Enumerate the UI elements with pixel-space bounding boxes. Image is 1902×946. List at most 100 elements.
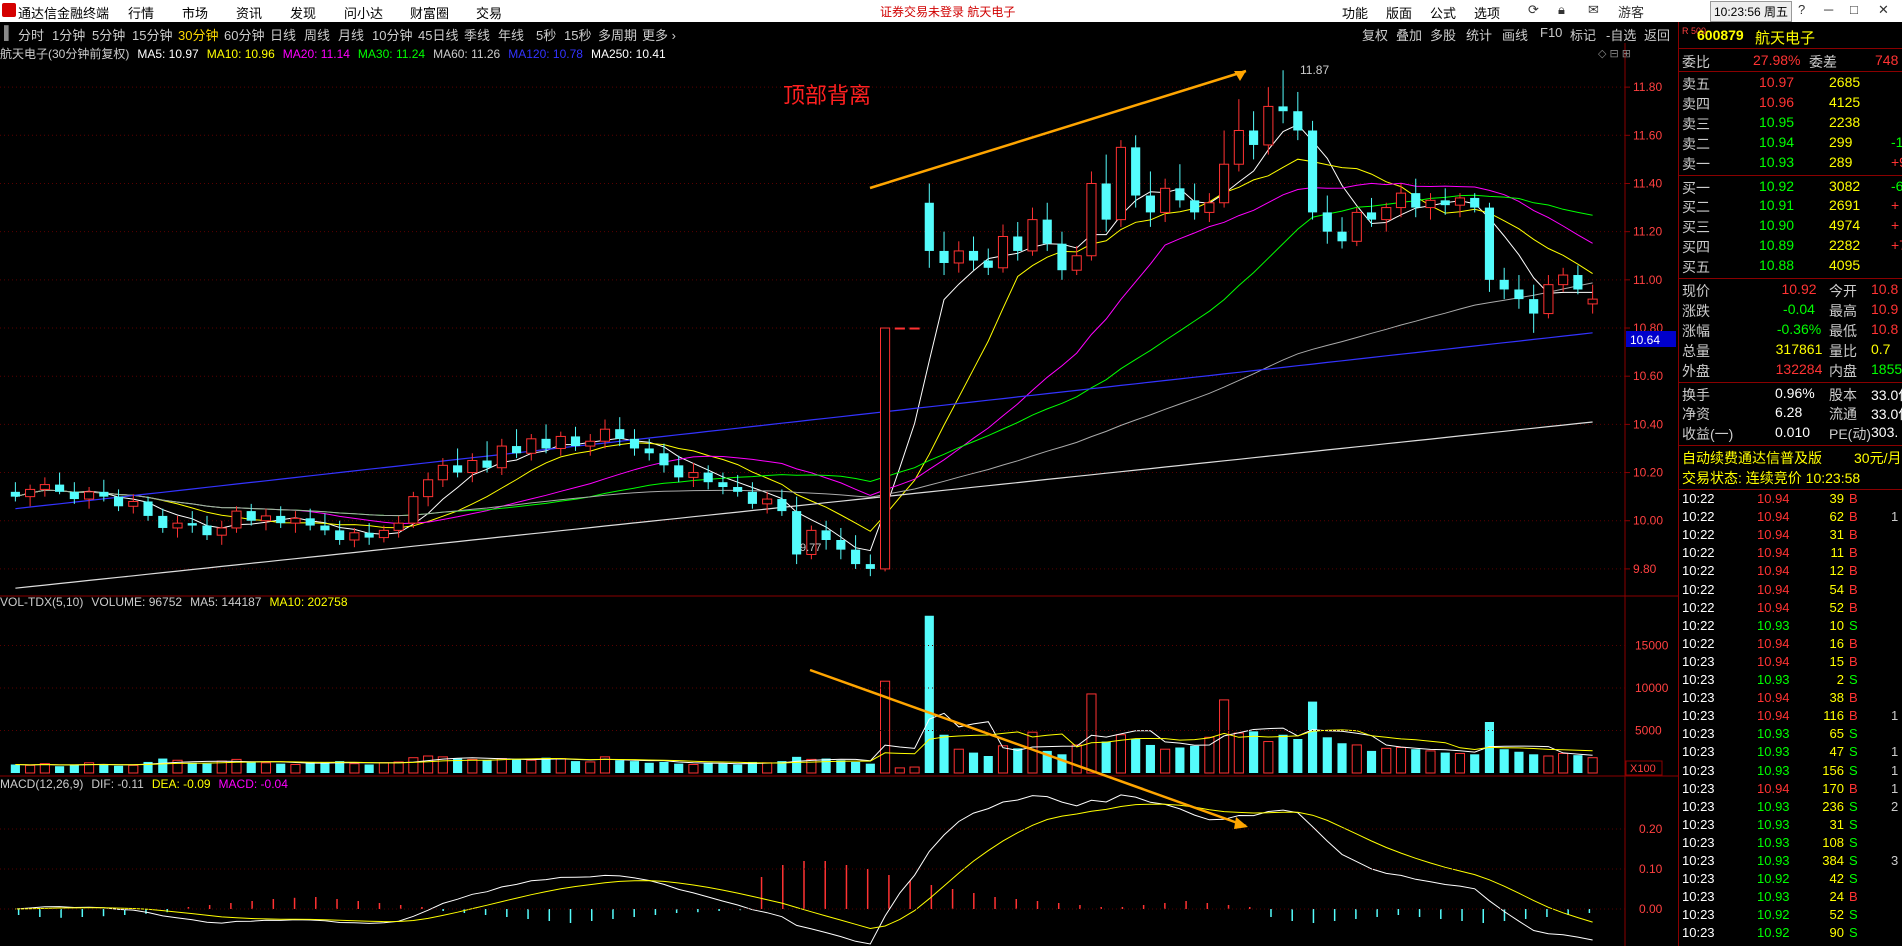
candle-body [1543,284,1554,315]
quote-cell: B [1849,599,1858,615]
menu-gongshi[interactable]: 公式 [1430,3,1456,22]
candle-body [644,448,654,454]
candle-body [1322,212,1332,232]
quote-cell: 0.010 [1775,424,1811,441]
candle-body [836,540,846,550]
menu-wenxiaoda[interactable]: 问小达 [344,3,383,22]
volume-bar [467,758,478,774]
close-icon[interactable]: ✕ [1878,2,1889,18]
period-quarterly[interactable]: 季线 [464,25,490,44]
quote-cell: 0.7 [1871,340,1891,357]
guest-label[interactable]: 游客 [1618,2,1644,21]
tool-tongji[interactable]: 统计 [1466,25,1492,44]
period-15min[interactable]: 15分钟 [132,25,172,44]
menu-banmian[interactable]: 版面 [1386,3,1412,22]
quote-cell: 委差 [1809,54,1837,70]
volume-bar [821,758,831,773]
volume-bar [1499,749,1509,773]
period-5min[interactable]: 5分钟 [92,25,125,44]
tool-diejia[interactable]: 叠加 [1396,25,1422,44]
period-60min[interactable]: 60分钟 [224,25,264,44]
quote-cell: 10:23 [1682,889,1715,905]
candle-body [1558,274,1569,286]
tool-biaoji[interactable]: 标记 [1570,25,1596,44]
volume-bar [99,764,109,773]
volume-bar [1027,731,1038,774]
quote-cell: 10.94 [1757,708,1790,724]
quote-cell: 买五 [1682,259,1710,276]
divider [1679,174,1902,176]
volume-bar [792,756,802,773]
quote-cell: 10:23 [1682,816,1715,832]
menu-gongneng[interactable]: 功能 [1342,3,1368,22]
price-tick-label: 11.60 [1633,128,1662,142]
legend-item: MA30: 11.24 [358,47,425,61]
refresh-icon[interactable]: ⟳ [1528,2,1539,18]
period-daily[interactable]: 日线 [270,25,296,44]
message-icon[interactable]: ✉ [1588,2,1599,18]
candle-body [821,530,831,541]
tool-f10[interactable]: F10 [1540,25,1562,40]
quote-cell: 4125 [1829,93,1861,110]
legend-item: MA5: 10.97 [137,47,199,61]
quote-cell: 卖二 [1682,135,1710,152]
quote-cell: 11 [1830,545,1845,561]
candle-body [968,250,979,261]
minimize-icon[interactable]: ─ [1824,2,1833,17]
legend-item: MACD(12,26,9) [0,777,83,791]
tool-duogu[interactable]: 多股 [1430,25,1456,44]
legend-item: DEA: -0.09 [152,777,211,791]
period-weekly[interactable]: 周线 [304,25,330,44]
volume-bar [1131,739,1141,773]
candle-body [1204,202,1215,213]
quote-cell: 31 [1829,816,1844,832]
quote-cell: 股本 [1829,386,1857,403]
maximize-icon[interactable]: □ [1850,2,1858,17]
tool-fanhui[interactable]: 返回 [1644,25,1670,44]
high-price-label: 11.87 [1300,63,1329,77]
quote-cell: 涨跌 [1682,302,1710,319]
menu-hangqing[interactable]: 行情 [128,3,154,22]
volume-bar [953,748,964,774]
tool-huaxian[interactable]: 画线 [1502,25,1528,44]
period-15sec[interactable]: 15秒 [564,25,591,44]
quote-cell: 132284 [1775,360,1823,377]
period-yearly[interactable]: 年线 [498,25,524,44]
candle-body [202,525,212,536]
period-45day[interactable]: 45日线 [418,25,458,44]
period-30min[interactable]: 30分钟 [178,25,218,44]
period-monthly[interactable]: 月线 [338,25,364,44]
menu-zixun[interactable]: 资讯 [236,3,262,22]
menu-jiaoyi[interactable]: 交易 [476,3,502,22]
volume-bar [1454,752,1466,774]
panel-options-icon[interactable]: ◇ ⊟ ⊞ [1598,48,1631,60]
period-10min[interactable]: 10分钟 [372,25,412,44]
quote-cell: 10.97 [1759,74,1795,90]
tool-zixuan[interactable]: -自选 [1606,25,1636,44]
menu-shichang[interactable]: 市场 [182,3,208,22]
period-5sec[interactable]: 5秒 [536,25,556,44]
quote-cell: 10.94 [1757,545,1790,561]
period-more[interactable]: 更多 › [642,25,676,44]
quote-cell: 10:22 [1682,545,1715,561]
volume-bar [1071,744,1082,774]
volume-bar [393,761,404,774]
stock-code[interactable]: 600879 [1697,27,1744,43]
help-icon[interactable]: ? [1798,2,1805,17]
kline-chart-area[interactable]: 航天电子(30分钟前复权) MA5: 10.97 MA10: 10.96 MA20: … [0,43,1678,946]
candle-body [10,491,20,497]
quote-cell: 3082 [1829,177,1861,194]
candle-body [585,440,596,447]
menu-xuanxiang[interactable]: 选项 [1474,3,1500,22]
tool-fuquan[interactable]: 复权 [1362,25,1388,44]
period-1min[interactable]: 1分钟 [52,25,85,44]
candle-body [688,472,699,478]
stock-name[interactable]: 航天电子 [1755,27,1815,48]
menu-faxian[interactable]: 发现 [290,3,316,22]
lock-icon[interactable]: 🔒︎ [1558,2,1565,18]
menu-caifuquan[interactable]: 财富圈 [410,3,449,22]
period-fenshi[interactable]: 分时 [18,25,44,44]
candle-body [718,482,728,488]
quote-cell: 10.8 [1871,281,1899,297]
period-multi[interactable]: 多周期 [598,25,637,44]
